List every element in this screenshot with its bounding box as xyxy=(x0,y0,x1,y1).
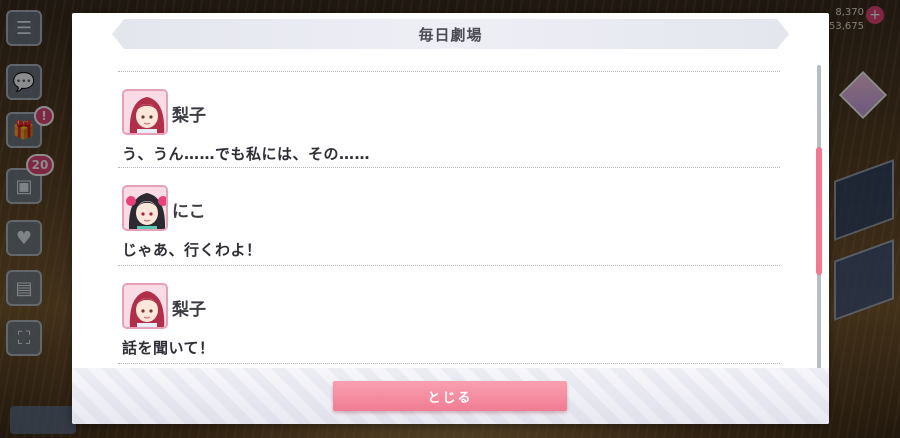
scrollbar-thumb[interactable] xyxy=(816,147,822,275)
close-button[interactable]: とじる xyxy=(333,381,567,411)
divider xyxy=(118,71,780,72)
dialogue-text: 話を聞いて！ xyxy=(122,339,215,357)
dialogue-text: う、うん……でも私には、その…… xyxy=(122,145,371,163)
dialog-title: 毎日劇場 xyxy=(418,25,483,44)
divider xyxy=(118,363,780,364)
divider xyxy=(118,265,780,266)
daily-theater-dialog: 毎日劇場 梨子 う、うん……でも私には、その…… にこ じゃあ、行くわよ！ 梨子… xyxy=(72,13,829,424)
speaker-name: にこ xyxy=(172,202,206,222)
nico-avatar-icon xyxy=(122,185,168,231)
dialogue-log[interactable]: 梨子 う、うん……でも私には、その…… にこ じゃあ、行くわよ！ 梨子 話を聞い… xyxy=(118,57,780,381)
riko-avatar-icon xyxy=(122,89,168,135)
dialogue-text: じゃあ、行くわよ！ xyxy=(122,241,262,259)
speaker-name: 梨子 xyxy=(172,106,206,126)
speaker-name: 梨子 xyxy=(172,300,206,320)
riko-avatar-icon xyxy=(122,283,168,329)
dialog-header: 毎日劇場 xyxy=(112,19,789,49)
divider xyxy=(118,167,780,168)
